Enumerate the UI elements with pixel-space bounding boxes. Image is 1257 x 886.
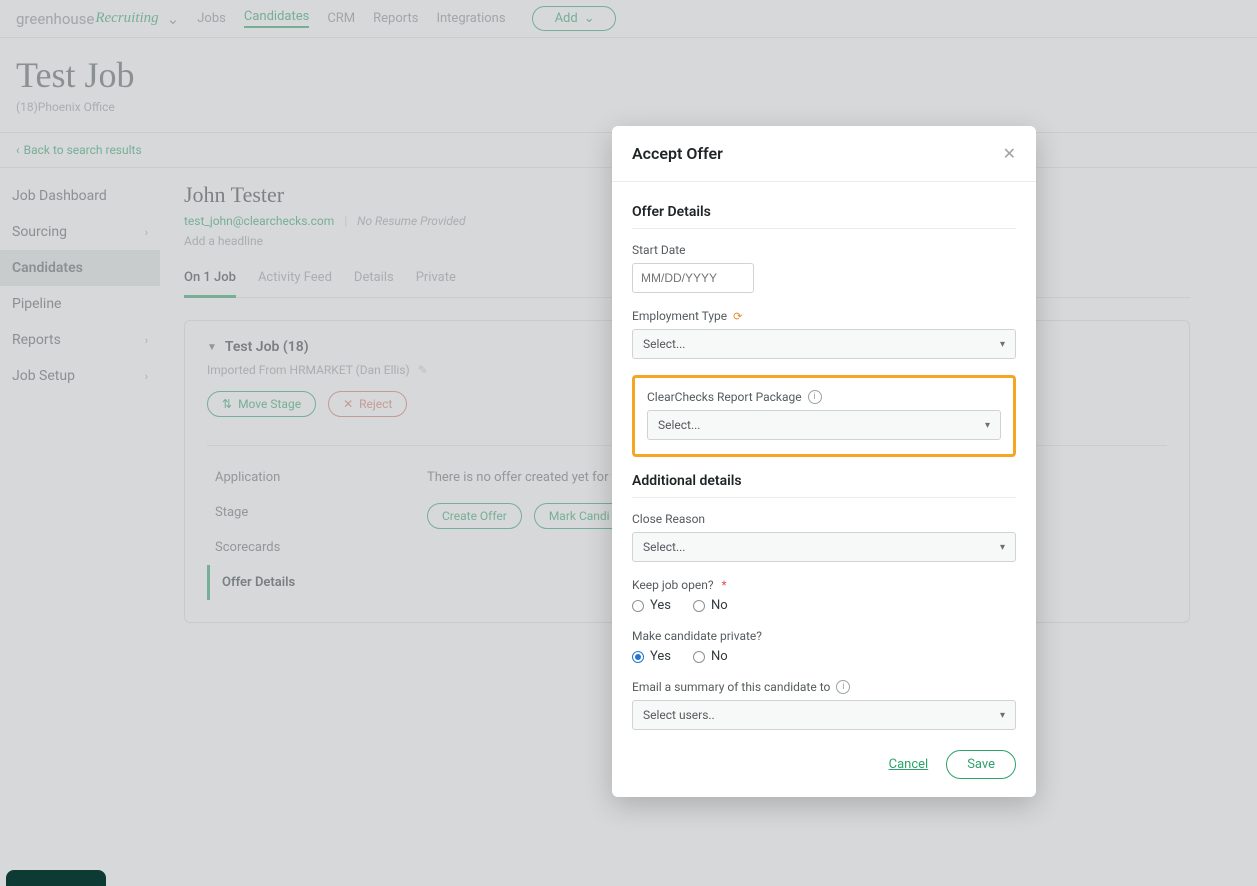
modal-title: Accept Offer — [632, 144, 723, 163]
modal-footer: Cancel Save — [612, 750, 1036, 779]
radio-label: No — [711, 649, 728, 664]
caret-down-icon: ▾ — [1000, 710, 1005, 721]
clearchecks-label: ClearChecks Report Package i — [647, 390, 1001, 404]
section-additional: Additional details — [632, 473, 1016, 498]
help-widget[interactable] — [6, 870, 106, 886]
radio-label: Yes — [650, 649, 671, 664]
label-text: Email a summary of this candidate to — [632, 680, 830, 694]
radio-icon — [632, 600, 644, 612]
close-icon[interactable]: ✕ — [1003, 144, 1016, 163]
radio-label: Yes — [650, 598, 671, 613]
email-summary-select[interactable]: Select users.. ▾ — [632, 700, 1016, 730]
make-private-label: Make candidate private? — [632, 629, 1016, 643]
employment-type-label: Employment Type ⟳ — [632, 309, 1016, 323]
start-date-label: Start Date — [632, 243, 1016, 257]
field-close-reason: Close Reason Select... ▾ — [632, 512, 1016, 562]
field-make-private: Make candidate private? Yes No — [632, 629, 1016, 664]
label-text: Employment Type — [632, 309, 727, 323]
caret-down-icon: ▾ — [1000, 339, 1005, 350]
email-summary-label: Email a summary of this candidate to i — [632, 680, 1016, 694]
radio-icon — [632, 651, 644, 663]
radio-icon — [693, 651, 705, 663]
radio-label: No — [711, 598, 728, 613]
employment-type-select[interactable]: Select... ▾ — [632, 329, 1016, 359]
radio-private-yes[interactable]: Yes — [632, 649, 671, 664]
radio-icon — [693, 600, 705, 612]
select-placeholder: Select users.. — [643, 708, 715, 722]
info-icon[interactable]: i — [836, 680, 850, 694]
required-star: * — [722, 578, 727, 592]
select-placeholder: Select... — [643, 337, 685, 351]
field-email-summary: Email a summary of this candidate to i S… — [632, 680, 1016, 730]
keep-job-open-label: Keep job open? * — [632, 578, 1016, 592]
modal-body: Offer Details Start Date Employment Type… — [612, 182, 1036, 730]
clearchecks-highlight: ClearChecks Report Package i Select... ▾ — [632, 375, 1016, 457]
start-date-input[interactable] — [632, 263, 754, 293]
clearchecks-select[interactable]: Select... ▾ — [647, 410, 1001, 440]
keep-job-open-radios: Yes No — [632, 598, 1016, 613]
close-reason-select[interactable]: Select... ▾ — [632, 532, 1016, 562]
label-text: Keep job open? — [632, 578, 714, 592]
modal-header: Accept Offer ✕ — [612, 126, 1036, 182]
label-text: ClearChecks Report Package — [647, 390, 802, 404]
radio-keep-job-no[interactable]: No — [693, 598, 728, 613]
caret-down-icon: ▾ — [985, 420, 990, 431]
field-start-date: Start Date — [632, 243, 1016, 293]
info-icon[interactable]: i — [808, 390, 822, 404]
select-placeholder: Select... — [658, 418, 700, 432]
close-reason-label: Close Reason — [632, 512, 1016, 526]
select-placeholder: Select... — [643, 540, 685, 554]
make-private-radios: Yes No — [632, 649, 1016, 664]
sync-icon: ⟳ — [733, 310, 742, 323]
field-keep-job-open: Keep job open? * Yes No — [632, 578, 1016, 613]
accept-offer-modal: Accept Offer ✕ Offer Details Start Date … — [612, 126, 1036, 797]
radio-keep-job-yes[interactable]: Yes — [632, 598, 671, 613]
section-offer-details: Offer Details — [632, 204, 1016, 229]
caret-down-icon: ▾ — [1000, 542, 1005, 553]
save-button[interactable]: Save — [946, 750, 1016, 779]
field-employment-type: Employment Type ⟳ Select... ▾ — [632, 309, 1016, 359]
cancel-button[interactable]: Cancel — [889, 757, 929, 772]
radio-private-no[interactable]: No — [693, 649, 728, 664]
